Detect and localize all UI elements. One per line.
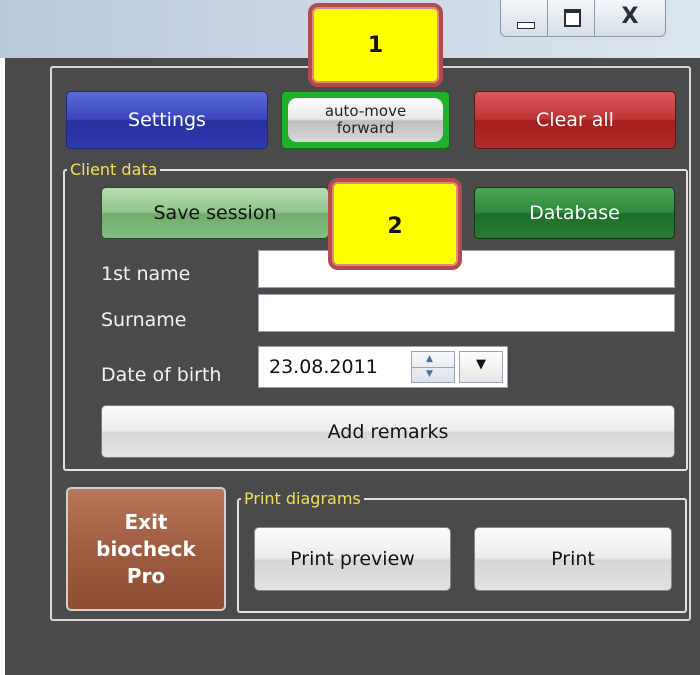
- close-icon: X: [621, 4, 639, 29]
- auto-move-forward-label: auto-move forward: [288, 98, 443, 142]
- callout-number: 2: [387, 214, 403, 239]
- callout-marker-2: 2: [328, 178, 462, 270]
- database-button[interactable]: Database: [474, 187, 675, 239]
- first-name-input[interactable]: [258, 250, 675, 288]
- date-of-birth-value[interactable]: 23.08.2011: [269, 356, 378, 378]
- surname-input[interactable]: [258, 294, 675, 332]
- settings-button[interactable]: Settings: [66, 91, 268, 149]
- spin-up-icon[interactable]: ▲: [426, 354, 433, 364]
- callout-number: 1: [367, 33, 384, 58]
- first-name-label: 1st name: [101, 263, 191, 285]
- save-session-button[interactable]: Save session: [101, 187, 329, 239]
- client-data-title: Client data: [67, 160, 161, 180]
- spin-down-icon[interactable]: ▼: [426, 369, 433, 379]
- surname-label: Surname: [101, 309, 187, 331]
- date-of-birth-picker[interactable]: 23.08.2011 ▲ ▼ ▼: [258, 346, 508, 388]
- print-preview-button[interactable]: Print preview: [254, 527, 451, 591]
- auto-move-forward-toggle[interactable]: auto-move forward: [281, 91, 450, 149]
- minimize-icon[interactable]: [500, 0, 548, 37]
- close-window-button[interactable]: X: [594, 0, 666, 37]
- date-of-birth-label: Date of birth: [101, 364, 222, 386]
- date-dropdown-button[interactable]: ▼: [459, 351, 503, 383]
- clear-all-button[interactable]: Clear all: [474, 91, 676, 149]
- maximize-icon[interactable]: [547, 0, 595, 37]
- add-remarks-button[interactable]: Add remarks: [101, 405, 675, 458]
- callout-marker-1: 1: [308, 3, 443, 87]
- exit-biocheck-button[interactable]: Exit biocheck Pro: [66, 487, 226, 611]
- date-spinner[interactable]: ▲ ▼: [411, 351, 455, 383]
- print-button[interactable]: Print: [474, 527, 672, 591]
- chevron-down-icon: ▼: [476, 357, 486, 372]
- print-diagrams-title: Print diagrams: [241, 489, 364, 509]
